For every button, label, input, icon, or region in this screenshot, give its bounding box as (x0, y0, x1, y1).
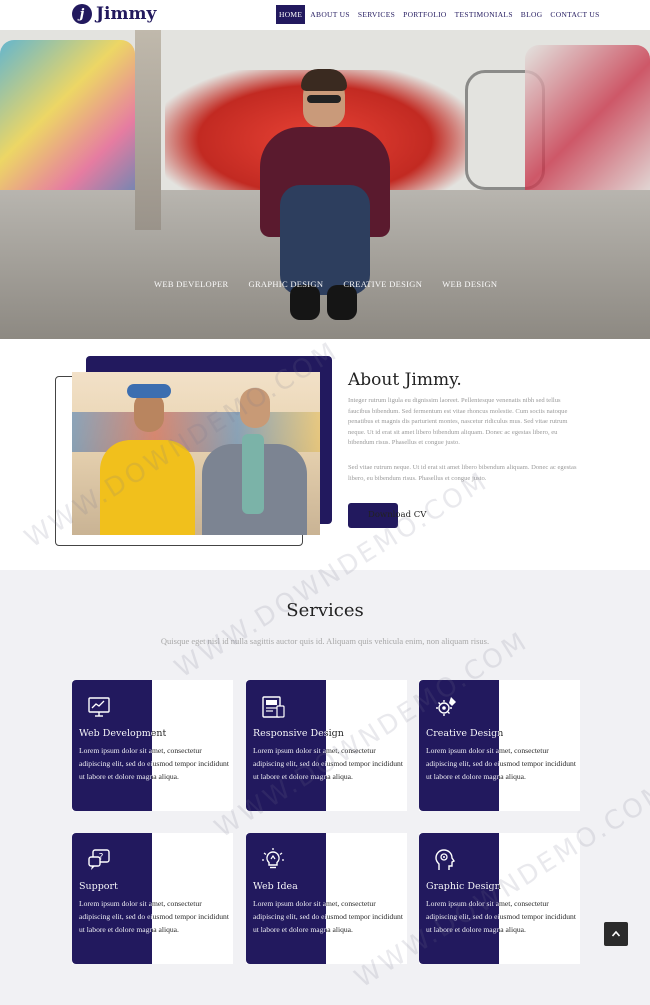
nav-item-services[interactable]: SERVICES (355, 5, 398, 24)
service-card-title: Responsive Design (253, 728, 344, 739)
service-card-text: Lorem ipsum dolor sit amet, consectetur … (253, 746, 403, 781)
site-logo[interactable]: j Jimmy (72, 4, 156, 24)
about-title: About Jimmy. (348, 370, 462, 390)
gear-pencil-icon (436, 697, 456, 716)
nav-item-testimonials[interactable]: TESTIMONIALS (452, 5, 516, 24)
service-card-title: Web Idea (253, 881, 298, 892)
service-card[interactable]: Creative Design Lorem ipsum dolor sit ame… (419, 680, 580, 811)
service-card[interactable]: Responsive Design Lorem ipsum dolor sit a… (246, 680, 407, 811)
main-menu: HOME ABOUT US SERVICES PORTFOLIO TESTIMO… (276, 5, 605, 24)
nav-item-contact-us[interactable]: CONTACT US (547, 5, 602, 24)
head-gears-icon (435, 849, 456, 870)
about-paragraph: Sed vitae rutrum neque. Ut id erat sit a… (348, 464, 577, 482)
logo-mark-icon: j (72, 4, 92, 24)
chevron-up-icon (611, 930, 621, 937)
service-card-title: Web Development (79, 728, 167, 739)
chat-question-icon: ? (88, 849, 110, 870)
back-to-top-button[interactable] (604, 922, 628, 946)
service-card-text: Lorem ipsum dolor sit amet, consectetur … (253, 899, 403, 934)
about-photo (72, 372, 320, 535)
hero-role: WEB DEVELOPER (154, 279, 229, 289)
nav-item-blog[interactable]: BLOG (518, 5, 546, 24)
nav-item-portfolio[interactable]: PORTFOLIO (400, 5, 450, 24)
logo-text: Jimmy (96, 4, 157, 24)
service-card-title: Support (79, 881, 118, 892)
hero-role: CREATIVE DESIGN (343, 279, 423, 289)
about-paragraph: Integer rutrum ligula eu dignissim laore… (348, 397, 568, 447)
lightbulb-idea-icon (262, 848, 284, 869)
top-navbar: j Jimmy HOME ABOUT US SERVICES PORTFOLIO… (0, 0, 650, 30)
download-cv-label[interactable]: Download CV (368, 510, 426, 520)
about-section: About Jimmy. Integer rutrum ligula eu di… (0, 339, 650, 570)
service-card-text: Lorem ipsum dolor sit amet, consectetur … (79, 746, 229, 781)
services-title: Services (286, 600, 364, 621)
service-card-text: Lorem ipsum dolor sit amet, consectetur … (426, 899, 576, 934)
nav-item-home[interactable]: HOME (276, 5, 306, 24)
service-card[interactable]: Web Idea Lorem ipsum dolor sit amet, cons… (246, 833, 407, 964)
service-card[interactable]: Web Development Lorem ipsum dolor sit ame… (72, 680, 233, 811)
service-card[interactable]: ? Support Lorem ipsum dolor sit amet, cons… (72, 833, 233, 964)
hero-role: WEB DESIGN (442, 279, 498, 289)
service-card-title: Creative Design (426, 728, 504, 739)
nav-item-about-us[interactable]: ABOUT US (307, 5, 353, 24)
hero-typed-roles: WEB DEVELOPER GRAPHIC DESIGN CREATIVE DE… (154, 279, 517, 289)
services-subtitle: Quisque eget nisl id nulla sagittis auct… (160, 636, 490, 646)
responsive-layout-icon (262, 696, 285, 718)
service-card-text: Lorem ipsum dolor sit amet, consectetur … (79, 899, 229, 934)
service-card-text: Lorem ipsum dolor sit amet, consectetur … (426, 746, 576, 781)
hero-role: GRAPHIC DESIGN (248, 279, 324, 289)
service-card[interactable]: Graphic Design Lorem ipsum dolor sit amet… (419, 833, 580, 964)
service-card-title: Graphic Design (426, 881, 501, 892)
monitor-chart-icon (88, 697, 110, 717)
hero-banner: WEB DEVELOPER GRAPHIC DESIGN CREATIVE DE… (0, 30, 650, 339)
